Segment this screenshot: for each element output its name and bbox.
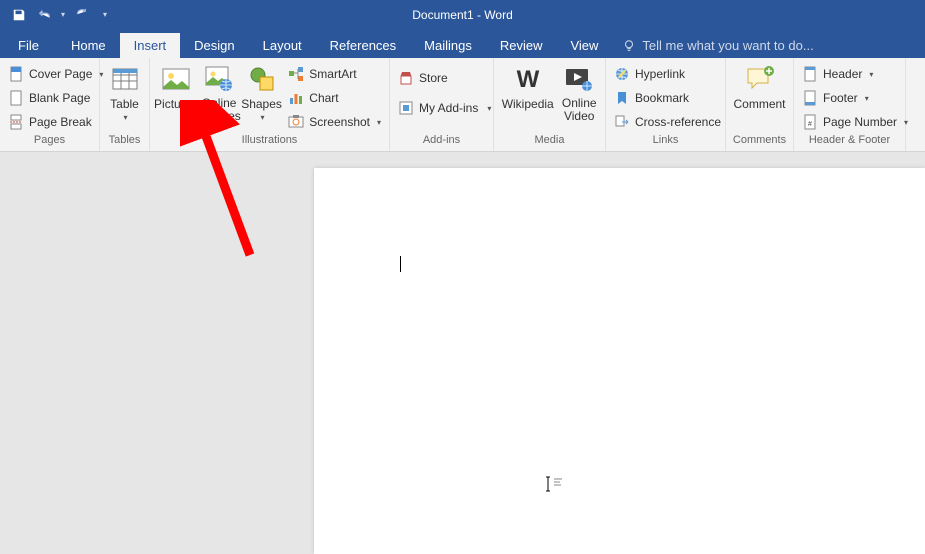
table-icon	[111, 65, 139, 93]
group-tables: Table ▾ Tables	[100, 58, 150, 151]
smartart-icon	[288, 66, 304, 82]
tell-me-search[interactable]: Tell me what you want to do...	[612, 33, 823, 58]
save-icon	[12, 8, 26, 22]
blank-page-icon	[8, 90, 24, 106]
cross-reference-button[interactable]: Cross-reference	[610, 111, 725, 133]
hyperlink-icon	[614, 66, 630, 82]
qat-customize[interactable]: ▾	[100, 10, 110, 19]
store-button[interactable]: Store	[394, 67, 495, 89]
cover-page-button[interactable]: Cover Page▾	[4, 63, 107, 85]
document-title: Document1 - Word	[412, 8, 512, 22]
text-cursor	[400, 256, 401, 272]
document-workspace[interactable]	[0, 152, 925, 554]
cover-page-icon	[8, 66, 24, 82]
shapes-icon	[248, 65, 276, 93]
chart-icon	[288, 90, 304, 106]
chart-button[interactable]: Chart	[284, 87, 385, 109]
group-headerfooter: Header▾ Footer▾ # Page Number▾ Header & …	[794, 58, 906, 151]
lightbulb-icon	[622, 39, 636, 53]
pictures-icon	[161, 65, 191, 93]
tab-insert[interactable]: Insert	[120, 33, 181, 58]
footer-icon	[802, 90, 818, 106]
footer-button[interactable]: Footer▾	[798, 87, 912, 109]
smartart-button[interactable]: SmartArt	[284, 63, 385, 85]
group-label-links: Links	[610, 133, 721, 151]
group-comments: Comment Comments	[726, 58, 794, 151]
bookmark-icon	[614, 90, 630, 106]
header-icon	[802, 66, 818, 82]
store-icon	[398, 70, 414, 86]
group-addins: Store My Add-ins ▾ Add-ins	[390, 58, 494, 151]
tell-me-placeholder: Tell me what you want to do...	[642, 38, 813, 53]
quick-access-toolbar: ▾ ▾	[0, 3, 110, 27]
tab-mailings[interactable]: Mailings	[410, 33, 486, 58]
ribbon: Cover Page▾ Blank Page Page Break Pages …	[0, 58, 925, 152]
group-pages: Cover Page▾ Blank Page Page Break Pages	[0, 58, 100, 151]
tab-home[interactable]: Home	[57, 33, 120, 58]
svg-text:#: #	[808, 121, 812, 128]
crossref-icon	[614, 114, 630, 130]
group-media: W Wikipedia Online Video Media	[494, 58, 606, 151]
save-button[interactable]	[6, 3, 32, 27]
table-button[interactable]: Table ▾	[104, 61, 145, 122]
group-links: Hyperlink Bookmark Cross-reference Links	[606, 58, 726, 151]
comment-button[interactable]: Comment	[730, 61, 789, 111]
screenshot-icon	[288, 114, 304, 130]
group-illustrations: Pictures Online Pictures Shapes ▾ SmartA…	[150, 58, 390, 151]
group-label-tables: Tables	[104, 133, 145, 151]
undo-button[interactable]	[32, 3, 58, 27]
redo-button[interactable]	[68, 3, 94, 27]
document-page[interactable]	[314, 168, 925, 554]
page-number-button[interactable]: # Page Number▾	[798, 111, 912, 133]
group-label-headerfooter: Header & Footer	[798, 133, 901, 151]
comment-icon	[745, 65, 775, 93]
wikipedia-button[interactable]: W Wikipedia	[498, 61, 557, 111]
mouse-pointer-icon	[544, 476, 564, 494]
online-video-button[interactable]: Online Video	[557, 61, 601, 123]
my-addins-button[interactable]: My Add-ins ▾	[394, 97, 495, 119]
pagenum-icon: #	[802, 114, 818, 130]
hyperlink-button[interactable]: Hyperlink	[610, 63, 725, 85]
screenshot-button[interactable]: Screenshot▾	[284, 111, 385, 133]
wikipedia-icon: W	[513, 67, 543, 91]
pictures-button[interactable]: Pictures	[154, 61, 197, 111]
page-break-button[interactable]: Page Break	[4, 111, 107, 133]
group-label-pages: Pages	[4, 133, 95, 151]
tab-view[interactable]: View	[556, 33, 612, 58]
tab-review[interactable]: Review	[486, 33, 557, 58]
svg-text:W: W	[516, 67, 539, 91]
group-label-illustrations: Illustrations	[154, 133, 385, 151]
blank-page-button[interactable]: Blank Page	[4, 87, 107, 109]
group-label-addins: Add-ins	[394, 133, 489, 151]
redo-icon	[74, 8, 88, 22]
shapes-button[interactable]: Shapes ▾	[241, 61, 282, 122]
bookmark-button[interactable]: Bookmark	[610, 87, 725, 109]
tab-references[interactable]: References	[316, 33, 410, 58]
group-label-comments: Comments	[730, 133, 789, 151]
group-label-media: Media	[498, 133, 601, 151]
online-video-icon	[564, 65, 594, 93]
title-bar: ▾ ▾ Document1 - Word	[0, 0, 925, 29]
undo-dropdown[interactable]: ▾	[58, 10, 68, 19]
addins-icon	[398, 100, 414, 116]
header-button[interactable]: Header▾	[798, 63, 912, 85]
tab-file[interactable]: File	[0, 33, 57, 58]
tab-layout[interactable]: Layout	[249, 33, 316, 58]
online-pictures-button[interactable]: Online Pictures	[197, 61, 240, 123]
undo-icon	[38, 8, 52, 22]
ribbon-tabs: File Home Insert Design Layout Reference…	[0, 29, 925, 58]
page-break-icon	[8, 114, 24, 130]
tab-design[interactable]: Design	[180, 33, 248, 58]
online-pictures-icon	[204, 65, 234, 93]
